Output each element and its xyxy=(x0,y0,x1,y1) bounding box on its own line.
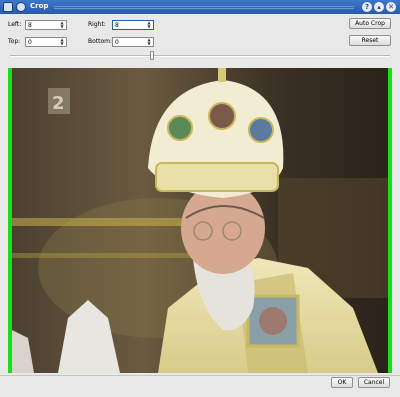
titlebar-grip xyxy=(54,6,354,9)
bottom-spinbox[interactable]: 0 ▲ ▼ xyxy=(112,37,154,47)
left-value: 8 xyxy=(28,22,32,29)
bottom-value: 0 xyxy=(115,39,119,46)
top-spinbox[interactable]: 0 ▲ ▼ xyxy=(25,37,67,47)
right-crop-guide xyxy=(388,68,392,373)
close-icon[interactable]: ✕ xyxy=(386,2,396,12)
left-crop-guide xyxy=(8,68,12,373)
video-preview: 2 xyxy=(8,68,392,373)
reset-button[interactable]: Reset xyxy=(349,35,391,46)
preview-frame-image: 2 xyxy=(8,68,392,373)
channel-logo: 2 xyxy=(52,93,65,114)
spin-arrows-icon[interactable]: ▲ ▼ xyxy=(59,21,65,29)
auto-crop-button[interactable]: Auto Crop xyxy=(349,18,391,29)
left-spinbox[interactable]: 8 ▲ ▼ xyxy=(25,20,67,30)
help-icon[interactable]: ? xyxy=(362,2,372,12)
left-label: Left: xyxy=(8,21,22,28)
window-title: Crop xyxy=(30,2,49,10)
right-value: 8 xyxy=(115,22,119,29)
spin-arrows-icon[interactable]: ▲ ▼ xyxy=(59,38,65,46)
frame-slider-track[interactable] xyxy=(10,55,390,57)
maximize-icon[interactable]: ▴ xyxy=(374,2,384,12)
title-bar: Crop ? ▴ ✕ xyxy=(0,0,400,14)
spin-arrows-icon[interactable]: ▲ ▼ xyxy=(146,21,152,29)
top-value: 0 xyxy=(28,39,32,46)
sticky-pin-icon[interactable] xyxy=(16,2,26,12)
footer-separator xyxy=(0,375,400,376)
frame-slider-handle[interactable] xyxy=(150,51,154,60)
top-label: Top: xyxy=(8,38,21,45)
bottom-label: Bottom: xyxy=(88,38,113,45)
window-menu-icon[interactable] xyxy=(3,2,13,12)
ok-button[interactable]: OK xyxy=(331,377,353,388)
spin-arrows-icon[interactable]: ▲ ▼ xyxy=(146,38,152,46)
right-spinbox[interactable]: 8 ▲ ▼ xyxy=(112,20,154,30)
right-label: Right: xyxy=(88,21,106,28)
cancel-button[interactable]: Cancel xyxy=(358,377,390,388)
